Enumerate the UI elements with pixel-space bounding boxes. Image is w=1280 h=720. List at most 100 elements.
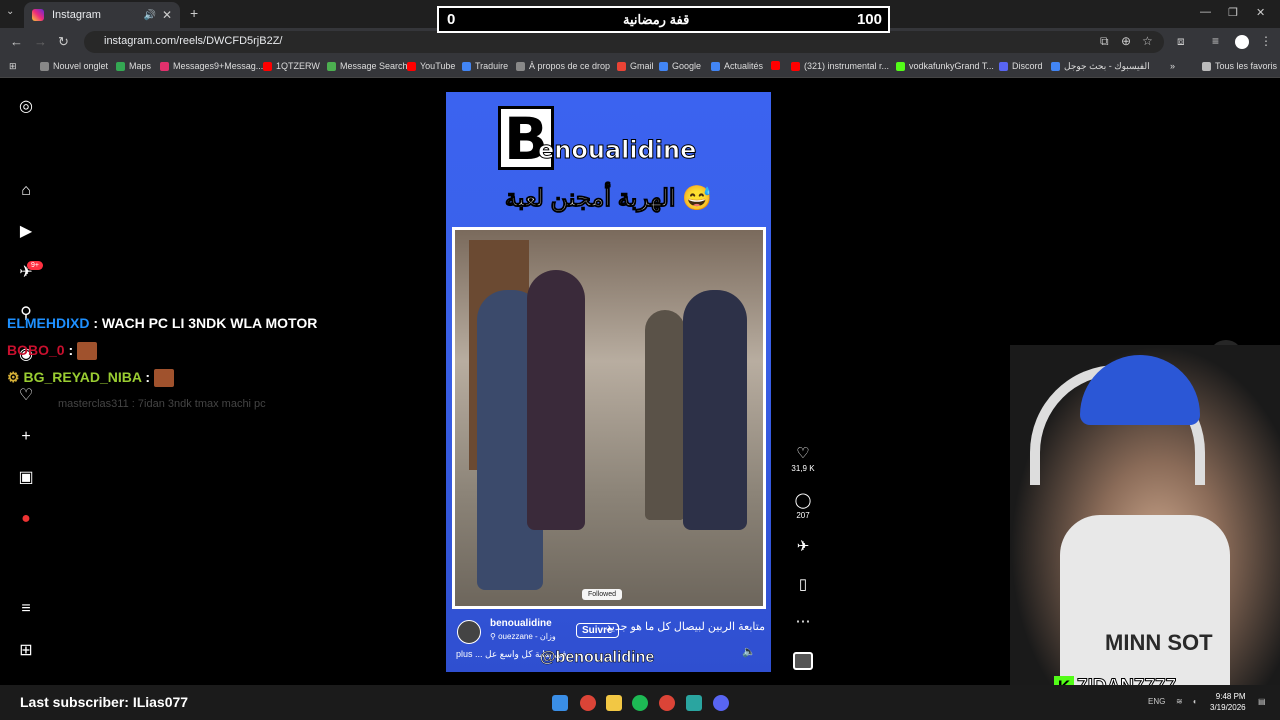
chat-username: ELMEHDIXD: [7, 315, 90, 331]
volume-icon[interactable]: 🔈: [742, 645, 756, 658]
chrome-active-icon[interactable]: [659, 695, 675, 711]
reel-location[interactable]: ⚲ ouezzane - وزان: [490, 632, 556, 641]
bookmark-item[interactable]: Traduire: [462, 61, 508, 71]
reel-author-avatar[interactable]: [457, 620, 481, 644]
profile-icon[interactable]: ●: [17, 510, 35, 528]
bookmark-label: Nouvel onglet: [53, 61, 109, 71]
bookmark-label: YouTube: [420, 61, 456, 71]
bookmark-item[interactable]: À propos de ce drop: [516, 61, 610, 71]
brand-logo: B enoualidine: [498, 106, 697, 172]
dashboard-icon[interactable]: ▣: [17, 469, 35, 487]
reel-title: الهربة أمجنن لعبة 😅: [504, 185, 713, 213]
bookmark-favicon-icon: [999, 61, 1008, 71]
bookmark-label: الفيسبوك - بحث جوجل: [1064, 61, 1150, 71]
discord-icon[interactable]: [713, 695, 729, 711]
bookmark-star-icon[interactable]: ☆: [1142, 34, 1153, 48]
taskbar: Last subscriber: ILias077 ENG ≋ ◖ 9:48 P…: [0, 685, 1280, 720]
clock-time: 9:48 PM: [1215, 692, 1246, 701]
notifications-heart-icon[interactable]: ♡: [17, 387, 35, 405]
windows-start-icon[interactable]: [552, 695, 568, 711]
menu-icon[interactable]: ⋮: [1260, 34, 1272, 48]
vip-badge-icon: ⚙: [7, 369, 20, 385]
save-action[interactable]: ▯: [786, 575, 820, 593]
share-icon[interactable]: ✈: [786, 537, 820, 555]
chrome-icon[interactable]: [580, 695, 596, 711]
minimize-icon[interactable]: —: [1200, 6, 1211, 18]
tab-close-icon[interactable]: ✕: [162, 8, 172, 22]
more-options[interactable]: ⋯: [786, 612, 820, 630]
reload-icon[interactable]: ↻: [58, 34, 69, 50]
chat-username: BG_REYAD_NIBA: [23, 369, 142, 385]
chat-separator: :: [89, 315, 102, 331]
bookmark-item[interactable]: (321) instrumental r...: [791, 61, 889, 71]
bookmark-item[interactable]: Actualités: [711, 61, 763, 71]
share-action[interactable]: ✈: [786, 537, 820, 555]
reels-icon[interactable]: ▶: [17, 223, 35, 241]
webcam-overlay: MINN SOT: [1010, 345, 1280, 685]
notification-center-icon[interactable]: ▤: [1258, 697, 1266, 706]
instagram-logo-icon[interactable]: ◎: [17, 98, 35, 116]
more-bookmarks-icon[interactable]: »: [1170, 61, 1175, 71]
wifi-icon[interactable]: ≋: [1176, 697, 1183, 706]
reel-caption: متابعة الربين لبيصال كل ما هو جديد: [606, 621, 765, 633]
apps-icon[interactable]: ⊞: [9, 61, 17, 72]
bookmark-item[interactable]: الفيسبوك - بحث جوجل: [1051, 61, 1150, 72]
also-from-meta-icon[interactable]: ⊞: [17, 642, 35, 660]
bookmark-item[interactable]: [771, 61, 784, 70]
forward-icon[interactable]: →: [34, 34, 47, 49]
tab-instagram[interactable]: Instagram 🔊 ✕: [24, 2, 180, 28]
file-explorer-icon[interactable]: [606, 695, 622, 711]
spotify-icon[interactable]: [632, 695, 648, 711]
video-frame[interactable]: [452, 227, 766, 609]
cast-icon[interactable]: ⧉: [1100, 34, 1109, 49]
audio-thumbnail[interactable]: [793, 652, 813, 670]
profile-avatar[interactable]: [1235, 35, 1249, 49]
more-menu-icon[interactable]: ≡: [17, 600, 35, 618]
restore-icon[interactable]: ❐: [1228, 6, 1238, 19]
volume-tray-icon[interactable]: ◖: [1192, 697, 1197, 706]
bookmark-favicon-icon: [407, 61, 416, 71]
bookmark-item[interactable]: Google: [659, 61, 701, 71]
bookmark-item[interactable]: YouTube: [407, 61, 455, 71]
create-icon[interactable]: +: [17, 428, 35, 446]
home-icon[interactable]: ⌂: [17, 182, 35, 200]
score-title: قفة رمضانية: [622, 11, 690, 27]
tab-title: Instagram: [52, 9, 101, 21]
bookmark-item[interactable]: 1QTZERW: [263, 61, 320, 71]
like-action[interactable]: ♡ 31,9 K: [786, 444, 820, 473]
clock[interactable]: 9:48 PM 3/19/2026: [1210, 691, 1246, 713]
url-bar[interactable]: instagram.com/reels/DWCFD5rjB2Z/: [84, 31, 1164, 53]
app-icon[interactable]: [686, 695, 702, 711]
comment-action[interactable]: ◯ 207: [786, 491, 820, 520]
person-figure: [527, 270, 585, 530]
reel-username[interactable]: benoualidine: [490, 618, 552, 629]
extensions-icon[interactable]: ⧈: [1177, 34, 1185, 49]
shirt: [1060, 515, 1230, 685]
tab-search-icon[interactable]: ⌄: [6, 6, 14, 17]
bookmark-item[interactable]: Gmail: [617, 61, 654, 71]
audio-playing-icon[interactable]: 🔊: [143, 10, 155, 21]
person-figure: [683, 290, 747, 530]
zoom-icon[interactable]: ⊕: [1121, 34, 1131, 48]
new-tab-button[interactable]: +: [190, 5, 198, 21]
bookmark-item[interactable]: vodkafunkyGrand T...: [896, 61, 994, 71]
bookmark-item[interactable]: Maps: [116, 61, 151, 71]
back-icon[interactable]: ←: [10, 34, 23, 49]
all-bookmarks[interactable]: Tous les favoris: [1202, 61, 1277, 71]
bookmark-favicon-icon: [1051, 62, 1060, 71]
bookmark-item[interactable]: Message Search: [327, 61, 408, 71]
bookmark-item[interactable]: Nouvel onglet: [40, 61, 108, 71]
bookmark-favicon-icon: [160, 61, 169, 71]
comment-icon[interactable]: ◯: [786, 491, 820, 509]
more-dots-icon[interactable]: ⋯: [786, 612, 820, 630]
chat-separator: :: [128, 398, 138, 410]
heart-icon[interactable]: ♡: [786, 444, 820, 462]
language-indicator[interactable]: ENG: [1148, 697, 1165, 706]
bookmark-favicon-icon: [771, 61, 780, 70]
bookmark-icon[interactable]: ▯: [786, 575, 820, 593]
reel-player[interactable]: B enoualidine الهربة أمجنن لعبة 😅 Follow…: [446, 92, 771, 672]
bookmark-item[interactable]: Messages9+Messag...: [160, 61, 263, 71]
media-icon[interactable]: ≡: [1212, 34, 1219, 48]
close-window-icon[interactable]: ✕: [1256, 6, 1265, 19]
bookmark-item[interactable]: Discord: [999, 61, 1043, 71]
